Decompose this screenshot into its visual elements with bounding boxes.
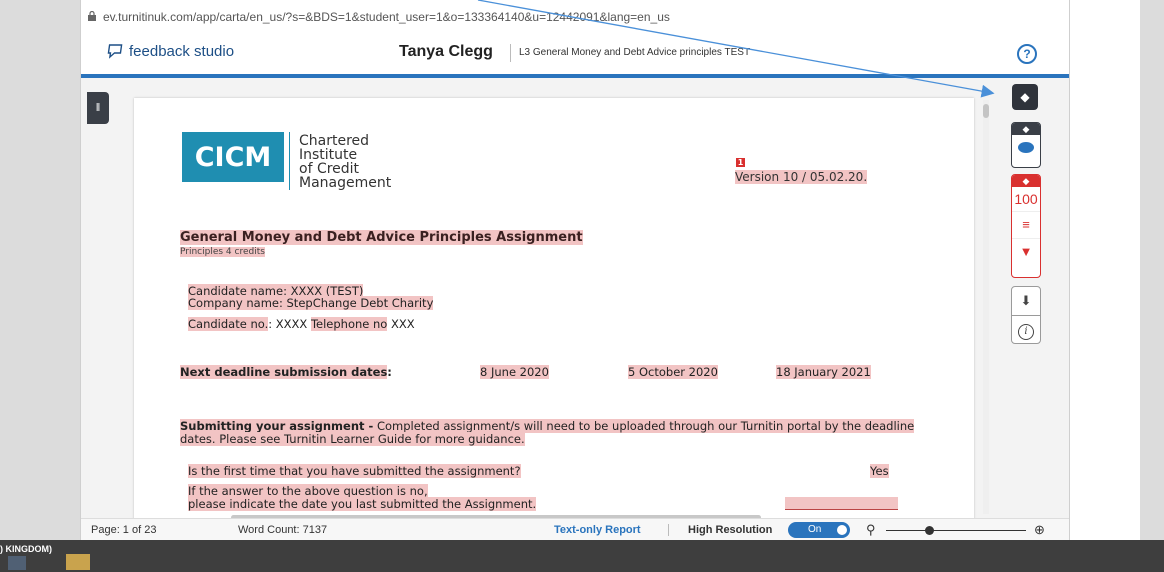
logo-line: Institute (299, 147, 358, 163)
submitting-paragraph: Submitting your assignment - Completed a… (180, 419, 920, 446)
candidate-no-label: Candidate no. (188, 317, 269, 331)
version-text: Version 10 / 05.02.20. (735, 170, 868, 184)
document-viewer: ‖ CICM Chartered Institute of Credit Man… (81, 78, 1069, 538)
drawer-toggle-button[interactable]: ‖ (87, 92, 109, 124)
address-bar[interactable]: ev.turnitinuk.com/app/carta/en_us/?s=&BD… (81, 0, 1069, 35)
question-first-submission: Is the first time that you have submitte… (188, 464, 521, 478)
submitting-label: Submitting your assignment - (180, 419, 374, 433)
credits-subheading: Principles 4 credits (180, 247, 265, 257)
match-marker[interactable]: 1 (736, 158, 745, 167)
toggle-state: On (808, 524, 822, 535)
status-bar: Page: 1 of 23 Word Count: 7137 Text-only… (81, 518, 1069, 541)
assignment-title: L3 General Money and Debt Advice princip… (519, 47, 751, 58)
windows-taskbar (0, 540, 1164, 572)
deadline-label-text: Next deadline submission dates (180, 365, 388, 379)
url-text[interactable]: ev.turnitinuk.com/app/carta/en_us/?s=&BD… (103, 10, 670, 24)
telephone-label: Telephone no (310, 317, 388, 331)
app-header: feedback studio Tanya Clegg L3 General M… (81, 34, 1069, 78)
telephone-value: XXX (387, 317, 415, 331)
high-resolution-toggle[interactable]: On (788, 522, 850, 538)
logo-line: Management (299, 175, 392, 191)
cicm-logo-text: Chartered Institute of Credit Management (299, 134, 391, 190)
browser-window: ev.turnitinuk.com/app/carta/en_us/?s=&BD… (80, 0, 1070, 572)
candidate-number-line: Candidate no.: XXXX Telephone no XXX (188, 317, 415, 331)
deadline-date-1: 8 June 2020 (480, 365, 549, 379)
toggle-knob (837, 525, 847, 535)
zoom-in-icon[interactable]: ⊕ (1034, 522, 1045, 538)
utility-group: ⬇ i (1011, 286, 1041, 344)
cicm-logo-mark: CICM (182, 132, 284, 182)
similarity-layer-group: ◆ 100 ≡ ▼ (1011, 174, 1041, 278)
question-last-date: please indicate the date you last submit… (188, 497, 537, 511)
student-name: Tanya Clegg (399, 43, 493, 60)
deadline-date-3: 18 January 2021 (776, 365, 871, 379)
question-if-no: If the answer to the above question is n… (188, 484, 428, 498)
info-icon: i (1018, 324, 1034, 340)
logo-divider (289, 132, 290, 190)
language-indicator: ) KINGDOM) (0, 544, 52, 554)
deadline-date-2: 5 October 2020 (628, 365, 718, 379)
lock-icon (88, 11, 96, 21)
answer-yes: Yes (870, 464, 889, 478)
taskbar-app-icon[interactable] (8, 556, 26, 570)
word-count: Word Count: 7137 (238, 524, 328, 536)
similarity-score[interactable]: 100 (1012, 187, 1040, 212)
layers-icon[interactable]: ◆ (1012, 84, 1038, 110)
feedback-studio-logo-icon (107, 44, 123, 59)
info-button[interactable]: i (1012, 315, 1040, 343)
candidate-no-value: : XXXX (268, 317, 311, 331)
deadline-label: Next deadline submission dates: (180, 365, 392, 379)
grading-layers-icon[interactable]: ◆ (1012, 123, 1040, 135)
side-toolbar: ◆ ◆ ◆ 100 ≡ ▼ ⬇ i (1007, 78, 1047, 518)
assignment-heading: General Money and Debt Advice Principles… (180, 230, 583, 245)
high-resolution-label: High Resolution (688, 524, 773, 536)
company-name-line: Company name: StepChange Debt Charity (188, 296, 434, 310)
logo-line: Chartered (299, 133, 370, 149)
header-divider (510, 44, 511, 62)
text-only-report-link[interactable]: Text-only Report (554, 524, 641, 536)
zoom-slider[interactable] (886, 530, 1026, 531)
desktop-background-left (0, 0, 80, 540)
vertical-scrollbar[interactable] (983, 100, 989, 514)
deadline-colon: : (387, 365, 392, 379)
comment-bubble-icon[interactable] (1018, 142, 1034, 153)
similarity-layers-icon[interactable]: ◆ (1012, 175, 1040, 187)
brand-name: feedback studio (129, 42, 235, 60)
zoom-out-icon[interactable]: ⚲ (866, 522, 876, 538)
page-indicator: Page: 1 of 23 (91, 524, 157, 536)
desktop-background-strip (1140, 0, 1164, 540)
brand-logo[interactable]: feedback studio (105, 42, 234, 60)
scrollbar-thumb[interactable] (983, 104, 989, 118)
sort-icon[interactable]: ≡ (1012, 212, 1040, 239)
zoom-slider-handle[interactable] (925, 526, 934, 535)
grading-layer-group: ◆ (1011, 122, 1041, 168)
logo-line: of Credit (299, 161, 360, 177)
last-submitted-date-field (785, 497, 898, 510)
help-icon[interactable]: ? (1017, 44, 1037, 64)
document-page: CICM Chartered Institute of Credit Manag… (134, 98, 974, 538)
folder-icon[interactable] (66, 554, 90, 570)
download-icon[interactable]: ⬇ (1012, 287, 1040, 315)
statusbar-divider (668, 524, 669, 536)
filter-icon[interactable]: ▼ (1012, 239, 1040, 265)
